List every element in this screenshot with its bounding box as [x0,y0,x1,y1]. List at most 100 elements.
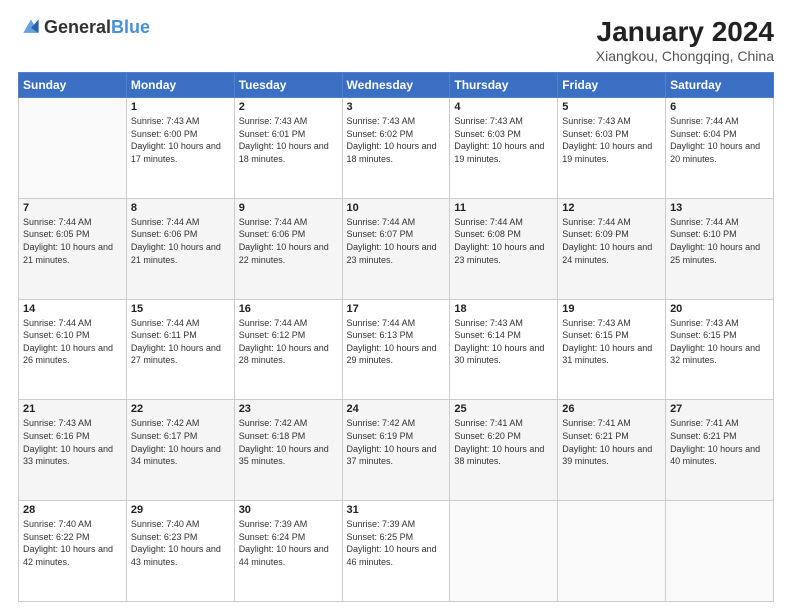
calendar-cell: 5 Sunrise: 7:43 AMSunset: 6:03 PMDaylight… [558,98,666,199]
calendar-cell: 27 Sunrise: 7:41 AMSunset: 6:21 PMDayligh… [666,400,774,501]
day-info: Sunrise: 7:44 AMSunset: 6:05 PMDaylight:… [23,216,122,266]
day-info: Sunrise: 7:43 AMSunset: 6:14 PMDaylight:… [454,317,553,367]
day-number: 27 [670,403,769,415]
day-info: Sunrise: 7:42 AMSunset: 6:19 PMDaylight:… [347,417,446,467]
day-number: 8 [131,202,230,214]
day-number: 11 [454,202,553,214]
day-info: Sunrise: 7:44 AMSunset: 6:08 PMDaylight:… [454,216,553,266]
col-friday: Friday [558,73,666,98]
day-info: Sunrise: 7:40 AMSunset: 6:22 PMDaylight:… [23,518,122,568]
day-number: 23 [239,403,338,415]
calendar-cell: 16Sunrise: 7:44 AMSunset: 6:12 PMDayligh… [234,299,342,400]
header-row: Sunday Monday Tuesday Wednesday Thursday… [19,73,774,98]
calendar-cell: 7Sunrise: 7:44 AMSunset: 6:05 PMDaylight… [19,198,127,299]
logo-text: GeneralBlue [44,17,150,38]
day-number: 31 [347,504,446,516]
calendar-cell [450,501,558,602]
day-number: 19 [562,303,661,315]
day-info: Sunrise: 7:44 AMSunset: 6:12 PMDaylight:… [239,317,338,367]
col-wednesday: Wednesday [342,73,450,98]
day-number: 24 [347,403,446,415]
calendar-cell: 23 Sunrise: 7:42 AMSunset: 6:18 PMDayligh… [234,400,342,501]
day-info: Sunrise: 7:43 AMSunset: 6:15 PMDaylight:… [562,317,661,367]
day-number: 25 [454,403,553,415]
day-info: Sunrise: 7:43 AMSunset: 6:02 PMDaylight:… [347,115,446,165]
day-info: Sunrise: 7:43 AMSunset: 6:03 PMDaylight:… [562,115,661,165]
calendar-header: Sunday Monday Tuesday Wednesday Thursday… [19,73,774,98]
day-info: Sunrise: 7:44 AMSunset: 6:06 PMDaylight:… [239,216,338,266]
calendar-table: Sunday Monday Tuesday Wednesday Thursday… [18,72,774,602]
subtitle: Xiangkou, Chongqing, China [596,48,774,64]
calendar-cell: 14Sunrise: 7:44 AMSunset: 6:10 PMDayligh… [19,299,127,400]
calendar-cell: 30 Sunrise: 7:39 AMSunset: 6:24 PMDayligh… [234,501,342,602]
calendar-cell: 19 Sunrise: 7:43 AMSunset: 6:15 PMDayligh… [558,299,666,400]
calendar-cell: 21Sunrise: 7:43 AMSunset: 6:16 PMDayligh… [19,400,127,501]
day-info: Sunrise: 7:41 AMSunset: 6:21 PMDaylight:… [562,417,661,467]
calendar-cell [666,501,774,602]
day-number: 5 [562,101,661,113]
day-info: Sunrise: 7:43 AMSunset: 6:00 PMDaylight:… [131,115,230,165]
day-number: 9 [239,202,338,214]
day-number: 18 [454,303,553,315]
calendar-week-row: 28 Sunrise: 7:40 AMSunset: 6:22 PMDayligh… [19,501,774,602]
day-number: 10 [347,202,446,214]
calendar-cell: 20 Sunrise: 7:43 AMSunset: 6:15 PMDayligh… [666,299,774,400]
day-number: 12 [562,202,661,214]
calendar-cell: 2 Sunrise: 7:43 AMSunset: 6:01 PMDaylight… [234,98,342,199]
day-number: 3 [347,101,446,113]
calendar-cell: 31 Sunrise: 7:39 AMSunset: 6:25 PMDayligh… [342,501,450,602]
day-info: Sunrise: 7:44 AMSunset: 6:10 PMDaylight:… [670,216,769,266]
day-info: Sunrise: 7:41 AMSunset: 6:21 PMDaylight:… [670,417,769,467]
calendar-cell: 3 Sunrise: 7:43 AMSunset: 6:02 PMDaylight… [342,98,450,199]
calendar-cell: 11 Sunrise: 7:44 AMSunset: 6:08 PMDayligh… [450,198,558,299]
day-info: Sunrise: 7:43 AMSunset: 6:15 PMDaylight:… [670,317,769,367]
calendar-cell: 6Sunrise: 7:44 AMSunset: 6:04 PMDaylight… [666,98,774,199]
day-info: Sunrise: 7:43 AMSunset: 6:01 PMDaylight:… [239,115,338,165]
calendar-cell: 24 Sunrise: 7:42 AMSunset: 6:19 PMDayligh… [342,400,450,501]
calendar-cell: 10Sunrise: 7:44 AMSunset: 6:07 PMDayligh… [342,198,450,299]
calendar-cell: 26Sunrise: 7:41 AMSunset: 6:21 PMDayligh… [558,400,666,501]
page: GeneralBlue January 2024 Xiangkou, Chong… [0,0,792,612]
calendar-cell: 12 Sunrise: 7:44 AMSunset: 6:09 PMDayligh… [558,198,666,299]
day-info: Sunrise: 7:43 AMSunset: 6:03 PMDaylight:… [454,115,553,165]
calendar-cell [19,98,127,199]
calendar-cell: 22Sunrise: 7:42 AMSunset: 6:17 PMDayligh… [126,400,234,501]
day-info: Sunrise: 7:44 AMSunset: 6:13 PMDaylight:… [347,317,446,367]
calendar-cell: 28 Sunrise: 7:40 AMSunset: 6:22 PMDayligh… [19,501,127,602]
col-tuesday: Tuesday [234,73,342,98]
day-number: 30 [239,504,338,516]
day-number: 13 [670,202,769,214]
calendar-cell: 9 Sunrise: 7:44 AMSunset: 6:06 PMDaylight… [234,198,342,299]
day-number: 2 [239,101,338,113]
day-info: Sunrise: 7:44 AMSunset: 6:10 PMDaylight:… [23,317,122,367]
calendar-cell: 13 Sunrise: 7:44 AMSunset: 6:10 PMDayligh… [666,198,774,299]
calendar-cell: 1Sunrise: 7:43 AMSunset: 6:00 PMDaylight… [126,98,234,199]
day-number: 4 [454,101,553,113]
calendar-cell: 25 Sunrise: 7:41 AMSunset: 6:20 PMDayligh… [450,400,558,501]
logo-icon [20,16,42,38]
main-title: January 2024 [596,16,774,48]
day-number: 28 [23,504,122,516]
calendar-week-row: 7Sunrise: 7:44 AMSunset: 6:05 PMDaylight… [19,198,774,299]
day-info: Sunrise: 7:44 AMSunset: 6:09 PMDaylight:… [562,216,661,266]
calendar-cell: 18 Sunrise: 7:43 AMSunset: 6:14 PMDayligh… [450,299,558,400]
calendar-cell [558,501,666,602]
title-area: January 2024 Xiangkou, Chongqing, China [596,16,774,64]
calendar-cell: 15Sunrise: 7:44 AMSunset: 6:11 PMDayligh… [126,299,234,400]
day-info: Sunrise: 7:41 AMSunset: 6:20 PMDaylight:… [454,417,553,467]
day-info: Sunrise: 7:39 AMSunset: 6:25 PMDaylight:… [347,518,446,568]
col-thursday: Thursday [450,73,558,98]
day-number: 20 [670,303,769,315]
day-info: Sunrise: 7:39 AMSunset: 6:24 PMDaylight:… [239,518,338,568]
calendar-cell: 4 Sunrise: 7:43 AMSunset: 6:03 PMDaylight… [450,98,558,199]
day-number: 29 [131,504,230,516]
calendar-week-row: 21Sunrise: 7:43 AMSunset: 6:16 PMDayligh… [19,400,774,501]
day-info: Sunrise: 7:44 AMSunset: 6:06 PMDaylight:… [131,216,230,266]
day-info: Sunrise: 7:42 AMSunset: 6:18 PMDaylight:… [239,417,338,467]
calendar-cell: 8 Sunrise: 7:44 AMSunset: 6:06 PMDaylight… [126,198,234,299]
calendar-cell: 29Sunrise: 7:40 AMSunset: 6:23 PMDayligh… [126,501,234,602]
calendar-week-row: 14Sunrise: 7:44 AMSunset: 6:10 PMDayligh… [19,299,774,400]
day-info: Sunrise: 7:44 AMSunset: 6:04 PMDaylight:… [670,115,769,165]
day-info: Sunrise: 7:44 AMSunset: 6:11 PMDaylight:… [131,317,230,367]
col-monday: Monday [126,73,234,98]
